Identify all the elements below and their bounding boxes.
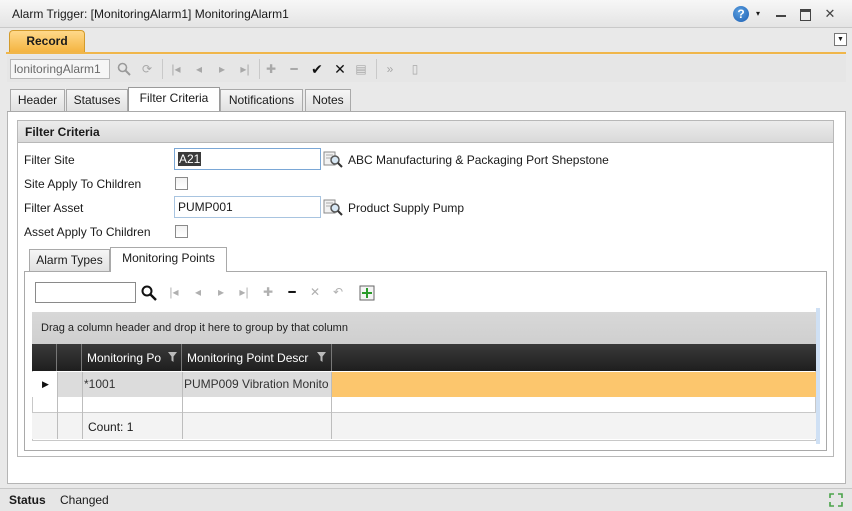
tab-statuses[interactable]: Statuses [66, 89, 128, 111]
grid-column-divider [331, 372, 332, 439]
collapse-ribbon-icon[interactable]: ▼ [834, 33, 847, 46]
ribbon-divider [6, 52, 846, 54]
filter-site-value: A21 [178, 152, 202, 166]
filter-asset-field[interactable]: PUMP001 [174, 196, 321, 218]
column-header-label: Monitoring Point Descr [187, 351, 309, 365]
close-icon[interactable]: ✕ [822, 6, 838, 22]
asset-apply-children-label: Asset Apply To Children [24, 225, 151, 239]
filter-site-description: ABC Manufacturing & Packaging Port Sheps… [348, 153, 609, 167]
toolbar-separator [162, 59, 163, 79]
status-value: Changed [60, 493, 109, 507]
tab-notes[interactable]: Notes [305, 89, 351, 111]
grid-column-divider [182, 372, 183, 439]
tab-header[interactable]: Header [10, 89, 65, 111]
expand-icon[interactable]: » [379, 58, 401, 80]
filter-criteria-title: Filter Criteria [17, 120, 834, 143]
row-select-cell[interactable] [57, 372, 82, 397]
accept-icon[interactable]: ✔ [306, 58, 328, 80]
tab-notifications[interactable]: Notifications [220, 89, 303, 111]
window-title: Alarm Trigger: [MonitoringAlarm1] Monito… [12, 7, 289, 21]
filter-asset-label: Filter Asset [24, 201, 84, 215]
window-title-bar: Alarm Trigger: [MonitoringAlarm1] Monito… [0, 0, 852, 28]
filter-icon[interactable] [168, 352, 177, 362]
minimize-icon[interactable] [773, 6, 789, 22]
tab-record[interactable]: Record [9, 30, 85, 52]
search-icon[interactable] [139, 282, 159, 303]
tab-filter-criteria[interactable]: Filter Criteria [128, 87, 220, 112]
help-icon[interactable]: ? [733, 6, 749, 22]
filter-asset-description: Product Supply Pump [348, 201, 465, 215]
refresh-icon[interactable]: ⟳ [136, 58, 158, 80]
filter-site-field[interactable]: A21 [174, 148, 321, 170]
search-icon[interactable] [113, 58, 135, 80]
next-record-icon[interactable]: ▸ [211, 58, 233, 80]
grid-column-divider [82, 372, 83, 439]
grid-header-indicator [32, 344, 57, 371]
chevron-down-icon[interactable]: ▾ [756, 6, 772, 22]
row-indicator-icon: ▶ [32, 372, 57, 397]
site-apply-children-checkbox[interactable] [175, 177, 188, 190]
last-record-icon[interactable]: ▸| [234, 282, 254, 303]
grid-cell-monitoring-point[interactable]: *1001 [82, 372, 182, 397]
previous-record-icon[interactable]: ◂ [188, 282, 208, 303]
grid-footer-row [32, 412, 816, 439]
last-record-icon[interactable]: ▸| [234, 58, 256, 80]
toolbar-separator [376, 59, 377, 79]
site-apply-children-label: Site Apply To Children [24, 177, 142, 191]
column-header-monitoring-point-description[interactable]: Monitoring Point Descr [182, 344, 332, 371]
notes-icon[interactable]: ▯ [404, 58, 426, 80]
add-item-icon[interactable] [357, 282, 377, 303]
add-icon[interactable]: ✚ [260, 58, 282, 80]
tab-monitoring-points[interactable]: Monitoring Points [110, 247, 227, 272]
remove-row-icon[interactable]: ━ [282, 282, 302, 303]
first-record-icon[interactable]: |◂ [165, 58, 187, 80]
maximize-icon[interactable] [797, 6, 813, 22]
grid-search-input[interactable] [35, 282, 136, 303]
undo-icon[interactable]: ↶ [328, 282, 348, 303]
record-code-field[interactable]: lonitoringAlarm1 [10, 59, 110, 79]
grid-column-divider [57, 372, 58, 439]
filter-site-label: Filter Site [24, 153, 75, 167]
grid-header-select[interactable] [57, 344, 82, 371]
tab-alarm-types[interactable]: Alarm Types [29, 249, 110, 271]
next-record-icon[interactable]: ▸ [211, 282, 231, 303]
add-row-icon[interactable]: ✚ [258, 282, 278, 303]
remove-icon[interactable]: ━ [283, 58, 305, 80]
column-header-label: Monitoring Po [87, 351, 162, 365]
cancel-row-icon[interactable]: ✕ [305, 282, 325, 303]
column-header-monitoring-point[interactable]: Monitoring Po [82, 344, 182, 371]
record-toolbar: lonitoringAlarm1 ⟳ |◂ ◂ ▸ ▸| ✚ ━ ✔ ✕ ▤ »… [7, 55, 846, 82]
status-label: Status [9, 493, 46, 507]
first-record-icon[interactable]: |◂ [164, 282, 184, 303]
cancel-icon[interactable]: ✕ [329, 58, 351, 80]
grid-count: Count: 1 [88, 420, 134, 434]
filter-icon[interactable] [317, 352, 326, 362]
grid-scrollbar[interactable] [816, 308, 820, 444]
group-by-panel[interactable]: Drag a column header and drop it here to… [32, 312, 816, 344]
copy-icon[interactable]: ▤ [350, 58, 372, 80]
resize-grip-icon[interactable] [828, 492, 844, 508]
status-bar: Status Changed [0, 488, 852, 511]
asset-apply-children-checkbox[interactable] [175, 225, 188, 238]
site-lookup-icon[interactable] [323, 149, 343, 169]
grid-cell-description[interactable]: PUMP009 Vibration Monito [182, 372, 332, 397]
previous-record-icon[interactable]: ◂ [188, 58, 210, 80]
asset-lookup-icon[interactable] [323, 197, 343, 217]
